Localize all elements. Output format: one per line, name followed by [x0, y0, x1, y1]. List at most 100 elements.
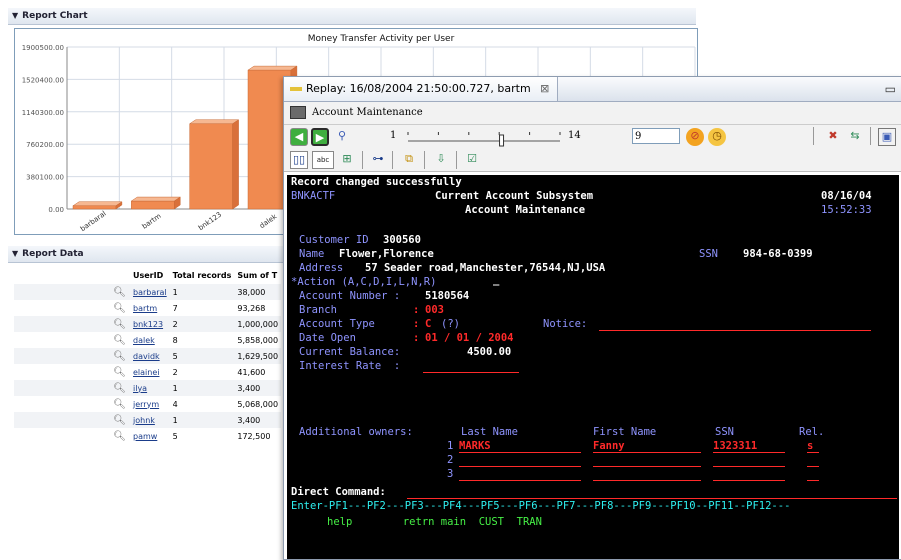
account-number-label: Account Number : [299, 290, 401, 302]
name-value: Flower,Florence [339, 248, 434, 260]
x-tick-label: bartm [141, 212, 163, 231]
table-row[interactable]: 🔍︎ davidk 5 1,629,500 [14, 348, 282, 364]
table-row[interactable]: 🔍︎ johnk 1 3,400 [14, 412, 282, 428]
tree-icon[interactable]: ⊞ [338, 151, 356, 169]
magnifier-icon[interactable]: 🔍︎ [113, 383, 126, 394]
text-view-icon[interactable]: abc [312, 151, 334, 169]
name-label: Name [299, 248, 325, 260]
action-input[interactable]: _ [493, 274, 499, 287]
direct-command-field[interactable] [407, 498, 897, 499]
report-data-table: UserID Total records Sum of T 🔍︎ barbaral… [14, 266, 282, 444]
collapse-triangle-icon[interactable]: ▼ [12, 8, 18, 24]
owner-3-field-1[interactable] [459, 480, 581, 481]
clock-icon[interactable]: ◷ [708, 128, 726, 146]
cell-userid[interactable]: barbaral [130, 284, 170, 300]
column-rel: Rel. [799, 426, 825, 438]
magnifier-icon[interactable]: 🔍︎ [113, 431, 126, 442]
x-tick-label: bnk123 [197, 211, 223, 233]
pin-icon[interactable]: ⚲ [333, 128, 351, 146]
cell-userid[interactable]: bartm [130, 300, 170, 316]
owner-3-field-2[interactable] [593, 480, 701, 481]
branch-value[interactable]: 003 [425, 304, 444, 317]
slider-max-label: 14 [568, 130, 581, 141]
slider-thumb[interactable] [499, 134, 505, 147]
userid-link[interactable]: davidk [133, 352, 160, 361]
forward-button[interactable]: ▶ [311, 128, 329, 146]
owner-2-field-4[interactable] [807, 466, 819, 467]
x-tick-label: dalek [258, 212, 279, 230]
collapse-triangle-icon[interactable]: ▼ [12, 246, 18, 262]
owner-3-field-3[interactable] [713, 480, 785, 481]
cell-sum: 38,000 [234, 284, 282, 300]
report-data-header[interactable]: ▼ Report Data [8, 246, 290, 263]
interest-rate-field[interactable] [423, 372, 519, 373]
network-icon[interactable]: ⊶ [369, 151, 387, 169]
table-row[interactable]: 🔍︎ pamw 5 172,500 [14, 428, 281, 444]
download-icon[interactable]: ⇩ [432, 151, 450, 169]
cell-userid[interactable]: pamw [130, 428, 170, 444]
magnifier-icon[interactable]: 🔍︎ [113, 287, 126, 298]
owner-2-field-3[interactable] [713, 466, 785, 467]
edit-check-icon[interactable]: ☑ [463, 151, 481, 169]
report-chart-header[interactable]: ▼ Report Chart [8, 8, 696, 25]
notice-field[interactable] [599, 330, 871, 331]
close-tab-icon[interactable]: ⊠ [540, 82, 549, 95]
owner-1-field-3[interactable] [713, 452, 785, 453]
cell-userid[interactable]: bnk123 [130, 316, 170, 332]
back-button[interactable]: ◀ [290, 128, 308, 146]
window-icon[interactable]: ▣ [878, 128, 896, 146]
userid-link[interactable]: dalek [133, 336, 155, 345]
magnifier-icon[interactable]: 🔍︎ [113, 351, 126, 362]
cell-userid[interactable]: davidk [130, 348, 170, 364]
cell-userid[interactable]: ilya [130, 380, 170, 396]
magnifier-icon[interactable]: 🔍︎ [113, 335, 126, 346]
userid-link[interactable]: elainei [133, 368, 159, 377]
split-view-icon[interactable]: ▯▯ [290, 151, 308, 169]
magnifier-icon[interactable]: 🔍︎ [113, 399, 126, 410]
table-row[interactable]: 🔍︎ bartm 7 93,268 [14, 300, 281, 316]
table-row[interactable]: 🔍︎ jerrym 4 5,068,000 [14, 396, 281, 412]
cell-userid[interactable]: elainei [130, 364, 170, 380]
owner-2-field-1[interactable] [459, 466, 581, 467]
column-header-sum[interactable]: Sum of T [234, 266, 282, 284]
minimize-icon[interactable]: ▭ [885, 77, 896, 101]
cell-total-records: 5 [169, 348, 235, 364]
magnifier-icon[interactable]: 🔍︎ [113, 367, 126, 378]
userid-link[interactable]: ilya [133, 384, 147, 393]
date-open-value[interactable]: 01 / 01 / 2004 [425, 332, 514, 345]
replay-tab[interactable]: Replay: 16/08/2004 21:50:00.727, bartm ⊠ [284, 77, 559, 101]
copy-icon[interactable]: ⧉ [400, 151, 418, 169]
owner-1-field-1[interactable] [459, 452, 581, 453]
export-icon[interactable]: ⇆ [846, 128, 864, 146]
owner-3-field-4[interactable] [807, 480, 819, 481]
table-row[interactable]: 🔍︎ barbaral 1 38,000 [14, 284, 282, 300]
magnifier-icon[interactable]: 🔍︎ [113, 303, 126, 314]
account-type-value[interactable]: C [425, 318, 431, 331]
owner-1-field-4[interactable] [807, 452, 819, 453]
frame-number-input[interactable]: 9 [632, 128, 680, 144]
cell-userid[interactable]: johnk [130, 412, 170, 428]
table-row[interactable]: 🔍︎ bnk123 2 1,000,000 [14, 316, 282, 332]
magnifier-icon[interactable]: 🔍︎ [113, 319, 126, 330]
table-row[interactable]: 🔍︎ elainei 2 41,600 [14, 364, 281, 380]
pf-key-line: Enter-PF1---PF2---PF3---PF4---PF5---PF6-… [291, 500, 791, 512]
magnifier-icon[interactable]: 🔍︎ [113, 415, 126, 426]
frame-slider[interactable] [404, 129, 564, 147]
y-tick-label: 380100.00 [26, 174, 64, 182]
delete-icon[interactable]: ✖ [824, 128, 842, 146]
owner-1-field-2[interactable] [593, 452, 701, 453]
cell-userid[interactable]: jerrym [130, 396, 170, 412]
userid-link[interactable]: bartm [133, 304, 157, 313]
userid-link[interactable]: johnk [133, 416, 155, 425]
column-header-total-records[interactable]: Total records [169, 266, 235, 284]
stop-record-icon[interactable]: ⊘ [686, 128, 704, 146]
userid-link[interactable]: barbaral [133, 288, 167, 297]
table-row[interactable]: 🔍︎ ilya 1 3,400 [14, 380, 282, 396]
userid-link[interactable]: jerrym [133, 400, 159, 409]
userid-link[interactable]: pamw [133, 432, 157, 441]
column-header-userid[interactable]: UserID [130, 266, 170, 284]
table-row[interactable]: 🔍︎ dalek 8 5,858,000 [14, 332, 281, 348]
userid-link[interactable]: bnk123 [133, 320, 163, 329]
cell-userid[interactable]: dalek [130, 332, 170, 348]
owner-2-field-2[interactable] [593, 466, 701, 467]
